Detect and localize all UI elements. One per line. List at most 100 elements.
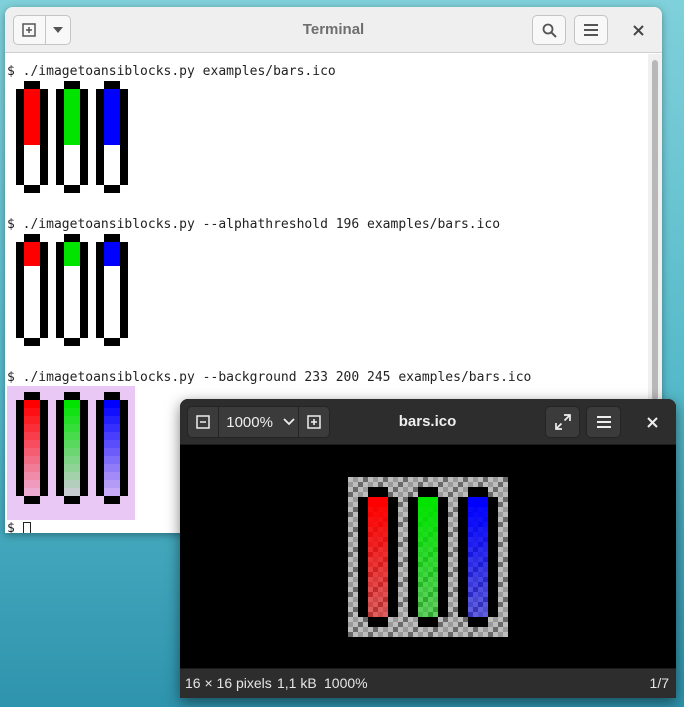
transparency-checker-cell <box>458 617 463 622</box>
bar-fill-cell <box>64 161 80 169</box>
transparency-checker-cell <box>398 547 403 552</box>
bar-fill-cell <box>24 177 40 185</box>
transparency-checker-cell <box>438 627 443 632</box>
transparency-checker-cell <box>363 492 368 497</box>
transparency-checker-cell <box>403 602 408 607</box>
bar-fill-cell <box>24 169 40 177</box>
transparency-checker-cell <box>473 632 478 637</box>
transparency-checker-cell <box>403 512 408 517</box>
bar-fill-cell <box>24 274 40 282</box>
transparency-checker-cell <box>448 607 453 612</box>
transparency-checker-cell <box>428 627 433 632</box>
scrollbar-thumb[interactable] <box>652 60 658 400</box>
chevron-down-icon[interactable] <box>280 418 298 426</box>
transparency-checker-cell <box>453 562 458 567</box>
transparency-checker-cell <box>503 512 508 517</box>
search-icon[interactable] <box>542 23 557 38</box>
transparency-checker-cell <box>358 487 363 492</box>
transparency-checker-cell <box>453 542 458 547</box>
transparency-checker-cell <box>503 592 508 597</box>
transparency-checker-cell <box>503 602 508 607</box>
close-icon[interactable] <box>646 416 658 428</box>
bar-cap <box>104 185 120 193</box>
transparency-checker-cell <box>353 502 358 507</box>
bar-fill-cell <box>64 298 80 306</box>
bar-outline <box>80 242 88 338</box>
new-tab-split-button[interactable] <box>13 15 71 45</box>
bar-fill-cell <box>104 129 120 137</box>
transparency-checker-cell <box>388 487 393 492</box>
transparency-checker-cell <box>448 547 453 552</box>
bar-fill-cell <box>64 448 80 456</box>
bar-fill-cell <box>418 597 438 607</box>
transparency-checker-cell <box>398 537 403 542</box>
transparency-checker-cell <box>403 532 408 537</box>
transparency-checker-cell <box>503 502 508 507</box>
transparency-checker-cell <box>503 622 508 627</box>
fullscreen-button[interactable] <box>545 406 580 438</box>
transparency-checker-cell <box>353 592 358 597</box>
shell-prompt: $ <box>7 521 23 533</box>
zoom-control[interactable]: 1000% <box>187 406 330 438</box>
transparency-checker-cell <box>498 547 503 552</box>
bar-cap <box>104 392 120 400</box>
bar-fill-cell <box>368 587 388 597</box>
bar-cap <box>64 496 80 504</box>
transparency-checker-cell <box>398 627 403 632</box>
bar-cap <box>418 617 438 627</box>
search-button[interactable] <box>532 15 566 45</box>
bar-outline <box>388 497 398 617</box>
chevron-down-icon[interactable] <box>46 27 70 33</box>
bar-outline <box>120 242 128 338</box>
transparency-checker-cell <box>393 482 398 487</box>
transparency-checker-cell <box>403 482 408 487</box>
transparency-checker-cell <box>368 477 373 482</box>
transparency-checker-cell <box>383 632 388 637</box>
bar-fill-cell <box>468 507 488 517</box>
menu-button[interactable] <box>574 15 608 45</box>
transparency-checker-cell <box>358 477 363 482</box>
transparency-checker-cell <box>348 497 353 502</box>
transparency-checker-cell <box>463 622 468 627</box>
zoom-out-button[interactable] <box>188 407 220 437</box>
transparency-checker-cell <box>433 632 438 637</box>
transparency-checker-cell <box>398 497 403 502</box>
transparency-checker-cell <box>378 627 383 632</box>
transparency-checker-cell <box>478 477 483 482</box>
transparency-checker-cell <box>388 477 393 482</box>
close-icon[interactable] <box>632 24 644 36</box>
transparency-checker-cell <box>498 597 503 602</box>
bar-fill-cell <box>418 557 438 567</box>
viewer-close-button[interactable] <box>637 407 667 437</box>
bar-fill-cell <box>104 456 120 464</box>
transparency-checker-cell <box>393 632 398 637</box>
transparency-checker-cell <box>453 632 458 637</box>
zoom-level-label[interactable]: 1000% <box>219 414 280 431</box>
hamburger-menu-icon[interactable] <box>584 24 598 36</box>
transparency-checker-cell <box>398 557 403 562</box>
transparency-checker-cell <box>348 597 353 602</box>
transparency-checker-cell <box>478 627 483 632</box>
close-button[interactable] <box>623 15 653 45</box>
transparency-checker-cell <box>493 482 498 487</box>
transparency-checker-cell <box>348 537 353 542</box>
bar-fill-cell <box>104 440 120 448</box>
zoom-out-icon[interactable] <box>196 415 210 429</box>
fullscreen-icon[interactable] <box>554 414 571 430</box>
bar-cap <box>64 81 80 89</box>
viewer-menu-button[interactable] <box>586 406 621 438</box>
transparency-checker-cell <box>413 482 418 487</box>
new-tab-icon[interactable] <box>14 16 46 44</box>
transparency-checker-cell <box>503 542 508 547</box>
bar-fill-cell <box>468 557 488 567</box>
transparency-checker-cell <box>498 567 503 572</box>
bar-outline <box>96 242 104 338</box>
bar-fill-cell <box>24 290 40 298</box>
transparency-checker-cell <box>498 557 503 562</box>
bar-fill-cell <box>104 416 120 424</box>
hamburger-menu-icon[interactable] <box>596 416 611 428</box>
transparency-checker-cell <box>413 492 418 497</box>
transparency-checker-cell <box>483 632 488 637</box>
zoom-in-icon[interactable] <box>307 415 321 429</box>
zoom-in-button[interactable] <box>297 407 329 437</box>
